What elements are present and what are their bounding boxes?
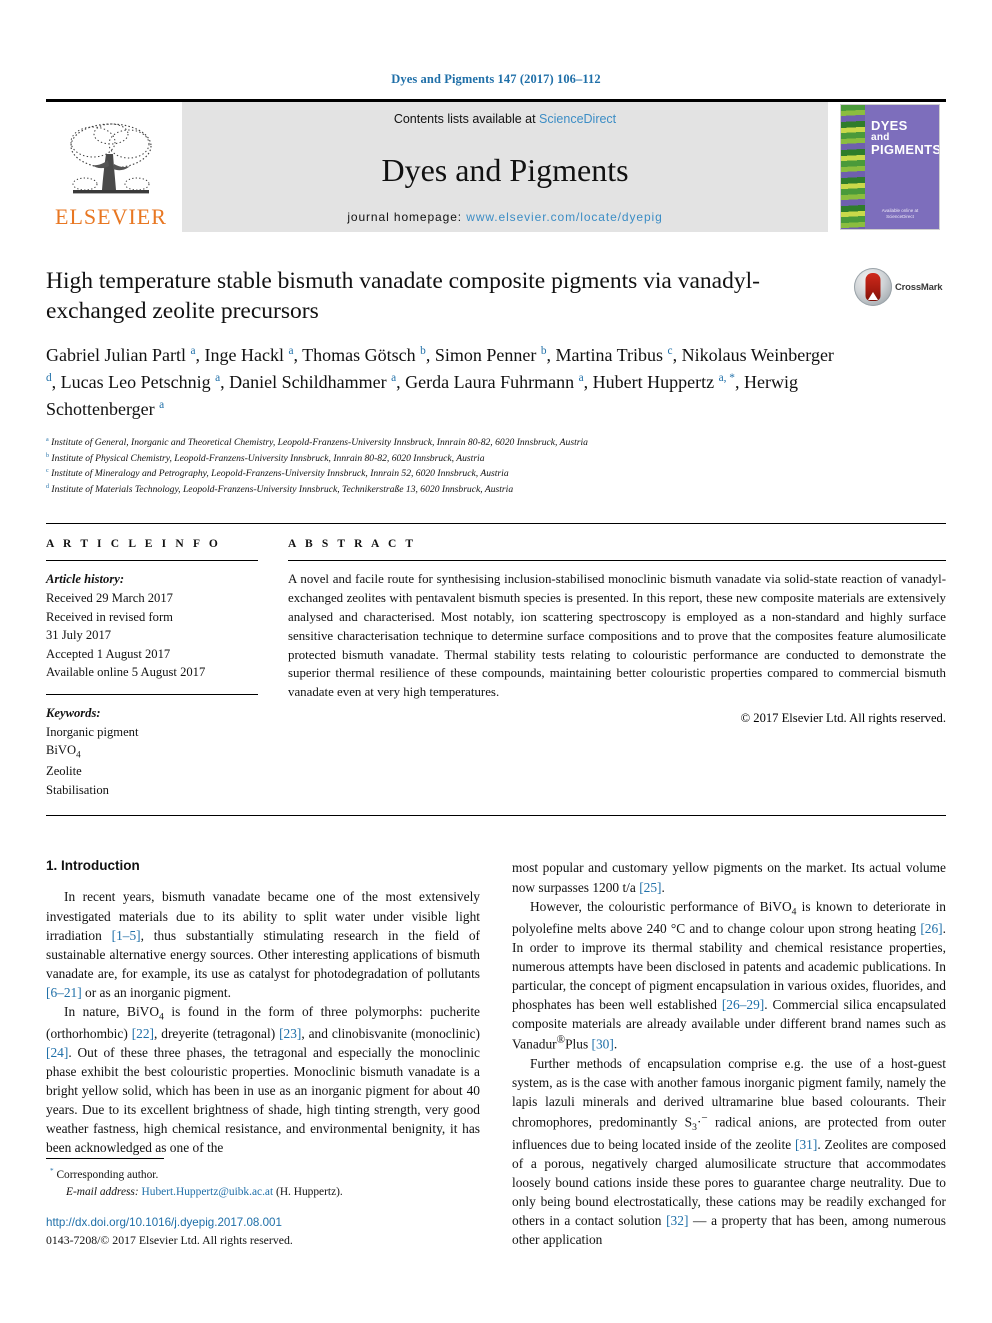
history-item-0: Received 29 March 2017 bbox=[46, 590, 173, 605]
email-suffix: (H. Huppertz). bbox=[276, 1185, 343, 1198]
keyword-3: Stabilisation bbox=[46, 782, 109, 797]
divider-info-top bbox=[46, 560, 258, 562]
elsevier-wordmark: ELSEVIER bbox=[55, 204, 167, 229]
affiliation-text-b: Institute of Physical Chemistry, Leopold… bbox=[51, 452, 485, 464]
keyword-0: Inorganic pigment bbox=[46, 724, 139, 739]
journal-cover-cell: DYES and PIGMENTS Available online at Sc… bbox=[834, 102, 946, 232]
paragraph-left-2: In nature, BiVO4 is found in the form of… bbox=[46, 1003, 480, 1156]
cover-footer-text: Available online at ScienceDirect bbox=[881, 207, 919, 220]
title-block: High temperature stable bismuth vanadate… bbox=[46, 266, 946, 326]
affiliation-marker-d: d bbox=[46, 483, 50, 490]
paper-page: Dyes and Pigments 147 (2017) 106–112 ELS… bbox=[0, 0, 992, 1323]
affiliation-marker-b: b bbox=[46, 452, 50, 459]
abstract-column: A B S T R A C T A novel and facile route… bbox=[288, 538, 946, 799]
footnote-divider bbox=[46, 1157, 164, 1159]
crossmark-badge[interactable]: CrossMark bbox=[854, 268, 946, 306]
homepage-prefix: journal homepage: bbox=[347, 210, 467, 224]
body-left-column: 1. Introduction In recent years, bismuth… bbox=[46, 858, 480, 1248]
body-columns: 1. Introduction In recent years, bismuth… bbox=[46, 858, 946, 1248]
cover-title: DYES and PIGMENTS bbox=[871, 119, 939, 157]
author-list: Gabriel Julian Partl a, Inge Hackl a, Th… bbox=[46, 345, 834, 420]
affiliation-b: b Institute of Physical Chemistry, Leopo… bbox=[46, 451, 946, 467]
affiliation-list: a Institute of General, Inorganic and Th… bbox=[46, 435, 946, 497]
affiliation-d: d Institute of Materials Technology, Leo… bbox=[46, 482, 946, 498]
cover-art-strip bbox=[841, 105, 865, 229]
running-head: Dyes and Pigments 147 (2017) 106–112 bbox=[391, 72, 601, 86]
divider-info-mid bbox=[46, 694, 258, 696]
divider-below-abstract bbox=[46, 815, 946, 817]
keyword-1: BiVO4 bbox=[46, 743, 81, 760]
sciencedirect-link[interactable]: ScienceDirect bbox=[539, 112, 616, 126]
history-item-4: Available online 5 August 2017 bbox=[46, 665, 206, 680]
article-info-column: A R T I C L E I N F O Article history: R… bbox=[46, 538, 258, 799]
contents-prefix: Contents lists available at bbox=[393, 112, 540, 126]
info-abstract-section: A R T I C L E I N F O Article history: R… bbox=[46, 523, 946, 799]
affiliation-marker-a: a bbox=[46, 436, 49, 443]
abstract-text: A novel and facile route for synthesisin… bbox=[288, 572, 946, 700]
journal-title: Dyes and Pigments bbox=[381, 152, 629, 188]
journal-masthead: ELSEVIER Contents lists available at Sci… bbox=[46, 99, 946, 232]
section-heading-introduction: 1. Introduction bbox=[46, 858, 140, 874]
crossmark-label: CrossMark bbox=[895, 281, 943, 293]
history-item-1: Received in revised form bbox=[46, 609, 173, 624]
page-title: High temperature stable bismuth vanadate… bbox=[46, 268, 760, 325]
paragraph-right-3: Further methods of encapsulation compris… bbox=[512, 1055, 947, 1247]
history-item-2: 31 July 2017 bbox=[46, 628, 112, 643]
paragraph-left-1: In recent years, bismuth vanadate became… bbox=[46, 889, 480, 1000]
affiliation-a: a Institute of General, Inorganic and Th… bbox=[46, 435, 946, 451]
contents-line: Contents lists available at ScienceDirec… bbox=[394, 112, 616, 126]
divider-abstract-top bbox=[288, 560, 946, 562]
affiliation-marker-c: c bbox=[46, 468, 49, 475]
cover-title-line3: PIGMENTS bbox=[871, 142, 939, 158]
keywords-label: Keywords: bbox=[46, 706, 101, 721]
elsevier-logo: ELSEVIER bbox=[46, 102, 176, 232]
affiliation-text-d: Institute of Materials Technology, Leopo… bbox=[51, 483, 514, 495]
elsevier-tree-icon bbox=[59, 120, 163, 204]
email-link[interactable]: Hubert.Huppertz@uibk.ac.at bbox=[142, 1186, 274, 1198]
abstract-copyright: © 2017 Elsevier Ltd. All rights reserved… bbox=[740, 711, 946, 726]
affiliation-text-a: Institute of General, Inorganic and Theo… bbox=[51, 437, 588, 449]
corresponding-author-text: Corresponding author. bbox=[56, 1168, 159, 1181]
email-label: E-mail address: bbox=[66, 1185, 139, 1198]
keyword-2: Zeolite bbox=[46, 764, 82, 779]
affiliation-c: c Institute of Mineralogy and Petrograph… bbox=[46, 466, 946, 482]
paragraph-right-1: most popular and customary yellow pigmen… bbox=[512, 860, 946, 895]
footnote-area: * Corresponding author. E-mail address: … bbox=[46, 1157, 480, 1249]
body-right-column: most popular and customary yellow pigmen… bbox=[512, 858, 946, 1248]
doi-link[interactable]: http://dx.doi.org/10.1016/j.dyepig.2017.… bbox=[46, 1215, 480, 1232]
keywords-block: Keywords: Inorganic pigment BiVO4 Zeolit… bbox=[46, 704, 258, 799]
homepage-url-link[interactable]: www.elsevier.com/locate/dyepig bbox=[466, 210, 662, 224]
abstract-heading: A B S T R A C T bbox=[288, 538, 417, 551]
cover-title-line1: DYES bbox=[871, 118, 908, 133]
article-info-heading: A R T I C L E I N F O bbox=[46, 538, 221, 551]
corresponding-author-note: * Corresponding author. E-mail address: … bbox=[46, 1166, 480, 1201]
affiliation-text-c: Institute of Mineralogy and Petrography,… bbox=[51, 468, 509, 480]
article-history-label: Article history: bbox=[46, 572, 125, 587]
journal-cover-thumbnail: DYES and PIGMENTS Available online at Sc… bbox=[841, 105, 939, 229]
crossmark-icon bbox=[854, 268, 892, 306]
article-history-block: Article history: Received 29 March 2017 … bbox=[46, 570, 258, 682]
title-wrap: High temperature stable bismuth vanadate… bbox=[46, 266, 854, 326]
issn-copyright-line: 0143-7208/© 2017 Elsevier Ltd. All right… bbox=[46, 1232, 293, 1247]
corresponding-author-marker: * bbox=[50, 1166, 54, 1175]
journal-homepage-line: journal homepage: www.elsevier.com/locat… bbox=[347, 210, 662, 224]
history-item-3: Accepted 1 August 2017 bbox=[46, 646, 171, 661]
masthead-center: Contents lists available at ScienceDirec… bbox=[182, 102, 828, 232]
paragraph-right-2: However, the colouristic performance of … bbox=[512, 898, 947, 1052]
